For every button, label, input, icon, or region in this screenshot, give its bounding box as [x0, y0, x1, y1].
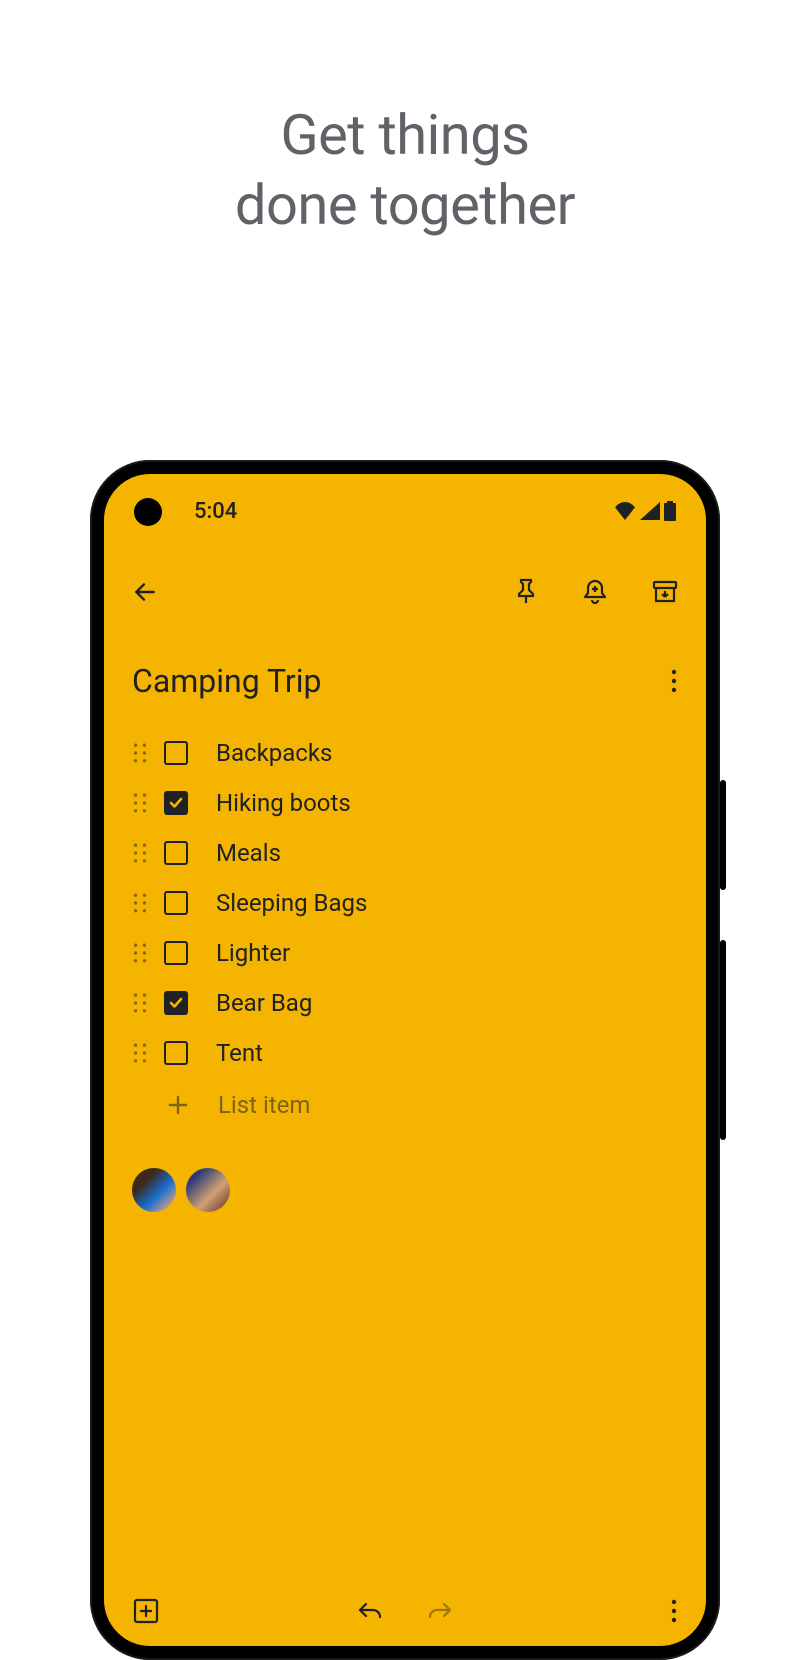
phone-screen: 5:04: [104, 474, 706, 1646]
wifi-icon: [614, 502, 636, 520]
status-bar: 5:04: [104, 496, 706, 526]
add-content-button[interactable]: [132, 1597, 160, 1625]
checklist-item-label[interactable]: Hiking boots: [216, 789, 351, 817]
promo-headline: Get things done together: [0, 100, 810, 240]
bottom-more-button[interactable]: [670, 1599, 678, 1623]
back-button[interactable]: [132, 579, 158, 605]
undo-icon: [357, 1600, 383, 1622]
battery-icon: [664, 501, 676, 521]
avatar[interactable]: [186, 1168, 230, 1212]
archive-button[interactable]: [652, 580, 678, 604]
checklist-item: Sleeping Bags: [132, 878, 678, 928]
drag-handle-icon[interactable]: [132, 893, 148, 913]
note-content: Camping Trip Backpacks Hiking boots Meals S…: [104, 662, 706, 1212]
phone-side-button: [720, 780, 726, 890]
checklist-item-label[interactable]: Tent: [216, 1039, 263, 1067]
more-options-button[interactable]: [670, 669, 678, 693]
redo-icon: [427, 1600, 453, 1622]
checklist-item: Bear Bag: [132, 978, 678, 1028]
drag-handle-icon[interactable]: [132, 993, 148, 1013]
cellular-icon: [640, 502, 660, 520]
checkbox[interactable]: [164, 991, 188, 1015]
headline-line1: Get things: [0, 100, 810, 170]
title-row: Camping Trip: [132, 662, 678, 700]
drag-handle-icon[interactable]: [132, 843, 148, 863]
pin-icon: [514, 578, 538, 606]
status-time: 5:04: [194, 499, 237, 524]
drag-handle-icon[interactable]: [132, 943, 148, 963]
checklist-item-label[interactable]: Bear Bag: [216, 989, 312, 1017]
drag-handle-icon[interactable]: [132, 793, 148, 813]
reminder-button[interactable]: [582, 578, 608, 606]
checklist-item: Backpacks: [132, 728, 678, 778]
checkbox[interactable]: [164, 1041, 188, 1065]
plus-icon: [166, 1093, 190, 1117]
drag-handle-icon[interactable]: [132, 1043, 148, 1063]
redo-button[interactable]: [427, 1600, 453, 1622]
bottom-toolbar: [104, 1576, 706, 1646]
app-bar: [104, 562, 706, 622]
checklist-item-label[interactable]: Lighter: [216, 939, 290, 967]
more-vert-icon: [670, 669, 678, 693]
note-title[interactable]: Camping Trip: [132, 662, 322, 700]
checkbox[interactable]: [164, 891, 188, 915]
status-icons: [614, 501, 676, 521]
avatar[interactable]: [132, 1168, 176, 1212]
checklist-item: Meals: [132, 828, 678, 878]
checkbox[interactable]: [164, 791, 188, 815]
checklist-item-label[interactable]: Sleeping Bags: [216, 889, 367, 917]
checklist-item: Hiking boots: [132, 778, 678, 828]
bell-plus-icon: [582, 578, 608, 606]
checklist-item-label[interactable]: Backpacks: [216, 739, 332, 767]
pin-button[interactable]: [514, 578, 538, 606]
collaborators[interactable]: [132, 1168, 678, 1212]
checklist: Backpacks Hiking boots Meals Sleeping Bags L…: [132, 728, 678, 1078]
phone-frame: 5:04: [90, 460, 720, 1660]
add-box-icon: [132, 1597, 160, 1625]
checkbox[interactable]: [164, 941, 188, 965]
checklist-item: Lighter: [132, 928, 678, 978]
add-item-placeholder: List item: [218, 1091, 310, 1119]
drag-handle-icon[interactable]: [132, 743, 148, 763]
arrow-back-icon: [132, 579, 158, 605]
add-list-item[interactable]: List item: [132, 1080, 678, 1130]
checklist-item: Tent: [132, 1028, 678, 1078]
checklist-item-label[interactable]: Meals: [216, 839, 281, 867]
checkbox[interactable]: [164, 741, 188, 765]
phone-side-button: [720, 940, 726, 1140]
checkbox[interactable]: [164, 841, 188, 865]
headline-line2: done together: [0, 170, 810, 240]
archive-icon: [652, 580, 678, 604]
undo-button[interactable]: [357, 1600, 383, 1622]
more-vert-icon: [670, 1599, 678, 1623]
